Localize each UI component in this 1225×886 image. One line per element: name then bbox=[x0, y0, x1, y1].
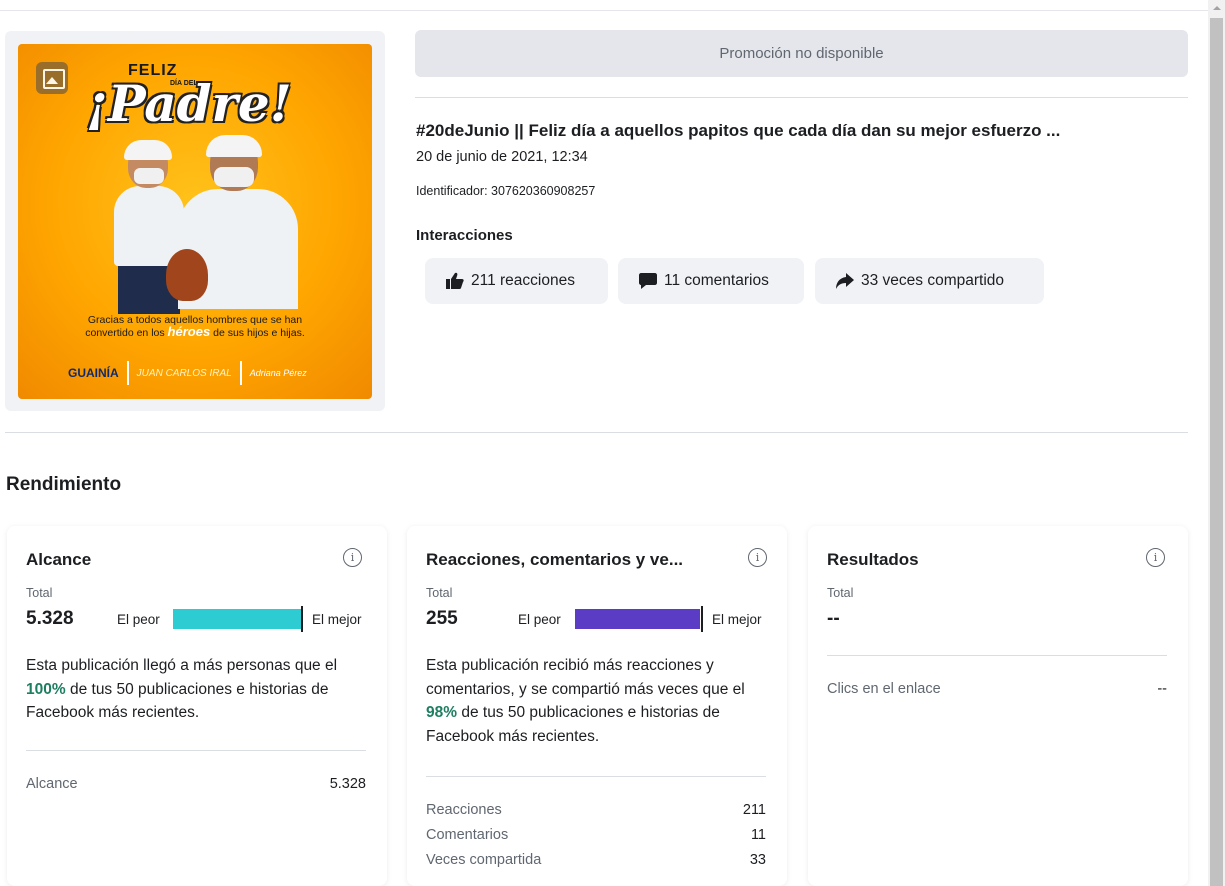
top-divider bbox=[0, 10, 1210, 11]
performance-heading: Rendimiento bbox=[6, 474, 122, 495]
results-card: Resultados i Total -- Clics en el enlace… bbox=[808, 526, 1188, 886]
shares-button[interactable]: 33 veces compartido bbox=[815, 258, 1044, 304]
logo-governor: JUAN CARLOS IRAL bbox=[136, 367, 232, 379]
promotion-unavailable-button[interactable]: Promoción no disponible bbox=[415, 30, 1188, 77]
best-label: El mejor bbox=[712, 612, 762, 627]
shares-count: 33 veces compartido bbox=[861, 272, 1005, 289]
post-title: #20deJunio || Feliz día a aquellos papit… bbox=[416, 121, 1061, 140]
post-image[interactable]: FELIZ DÍA DEL ¡Padre! Gracias a todos aq… bbox=[18, 44, 372, 399]
logo-guainia: GUAINÍA bbox=[68, 366, 119, 380]
stat-row: Comentarios 11 bbox=[426, 827, 766, 843]
total-value: 5.328 bbox=[26, 608, 74, 629]
engagement-description: Esta publicación recibió más reacciones … bbox=[426, 657, 745, 745]
worst-label: El peor bbox=[117, 612, 160, 627]
reach-description: Esta publicación llegó a más personas qu… bbox=[26, 657, 338, 721]
total-value: 255 bbox=[426, 608, 458, 629]
card-title: Reacciones, comentarios y ve... bbox=[426, 550, 684, 569]
vertical-scrollbar[interactable] bbox=[1208, 0, 1225, 886]
divider bbox=[26, 750, 366, 751]
logo-signature: Adriana Pérez bbox=[249, 368, 307, 378]
reactions-button[interactable]: 211 reacciones bbox=[425, 258, 608, 304]
divider bbox=[415, 97, 1188, 98]
poster-padre: ¡Padre! bbox=[86, 74, 292, 133]
poster-caption: Gracias a todos aquellos hombres que se … bbox=[85, 314, 305, 339]
info-icon[interactable]: i bbox=[343, 548, 362, 567]
total-value: -- bbox=[827, 608, 840, 629]
stat-row: Clics en el enlace -- bbox=[827, 681, 1167, 697]
engagement-card: Reacciones, comentarios y ve... i Total … bbox=[407, 526, 787, 886]
stat-row: Veces compartida 33 bbox=[426, 852, 766, 868]
worst-label: El peor bbox=[518, 612, 561, 627]
reactions-count: 211 reacciones bbox=[471, 272, 575, 289]
best-label: El mejor bbox=[312, 612, 362, 627]
comment-icon bbox=[639, 273, 657, 289]
card-title: Alcance bbox=[26, 550, 92, 569]
post-date: 20 de junio de 2021, 12:34 bbox=[416, 149, 588, 165]
interactions-heading: Interacciones bbox=[416, 227, 513, 244]
comparison-marker bbox=[701, 606, 703, 632]
divider bbox=[426, 776, 766, 777]
stat-row: Reacciones 211 bbox=[426, 802, 766, 818]
total-label: Total bbox=[26, 586, 53, 600]
card-title: Resultados bbox=[827, 550, 919, 569]
post-id: Identificador: 307620360908257 bbox=[416, 184, 596, 198]
poster-logos: GUAINÍA JUAN CARLOS IRAL Adriana Pérez bbox=[68, 359, 338, 387]
info-icon[interactable]: i bbox=[1146, 548, 1165, 567]
stat-row: Alcance 5.328 bbox=[26, 776, 366, 792]
reach-card: Alcance i Total 5.328 El peor El mejor E… bbox=[7, 526, 387, 886]
photo-icon bbox=[36, 62, 68, 94]
engagement-percent: 98% bbox=[426, 704, 458, 721]
comparison-bar bbox=[575, 609, 701, 629]
poster-hen bbox=[166, 249, 208, 301]
comparison-bar bbox=[173, 609, 301, 629]
post-image-card[interactable]: FELIZ DÍA DEL ¡Padre! Gracias a todos aq… bbox=[5, 31, 385, 411]
reach-percent: 100% bbox=[26, 680, 66, 698]
total-label: Total bbox=[426, 586, 453, 600]
info-icon[interactable]: i bbox=[748, 548, 767, 567]
share-icon bbox=[836, 273, 854, 289]
like-icon bbox=[446, 272, 464, 289]
divider bbox=[827, 655, 1167, 656]
scrollbar-thumb[interactable] bbox=[1210, 18, 1223, 886]
comments-count: 11 comentarios bbox=[664, 272, 769, 289]
total-label: Total bbox=[827, 586, 854, 600]
comparison-marker bbox=[301, 606, 303, 632]
scroll-up-arrow-icon[interactable] bbox=[1208, 0, 1225, 17]
section-divider bbox=[5, 432, 1188, 433]
comments-button[interactable]: 11 comentarios bbox=[618, 258, 804, 304]
